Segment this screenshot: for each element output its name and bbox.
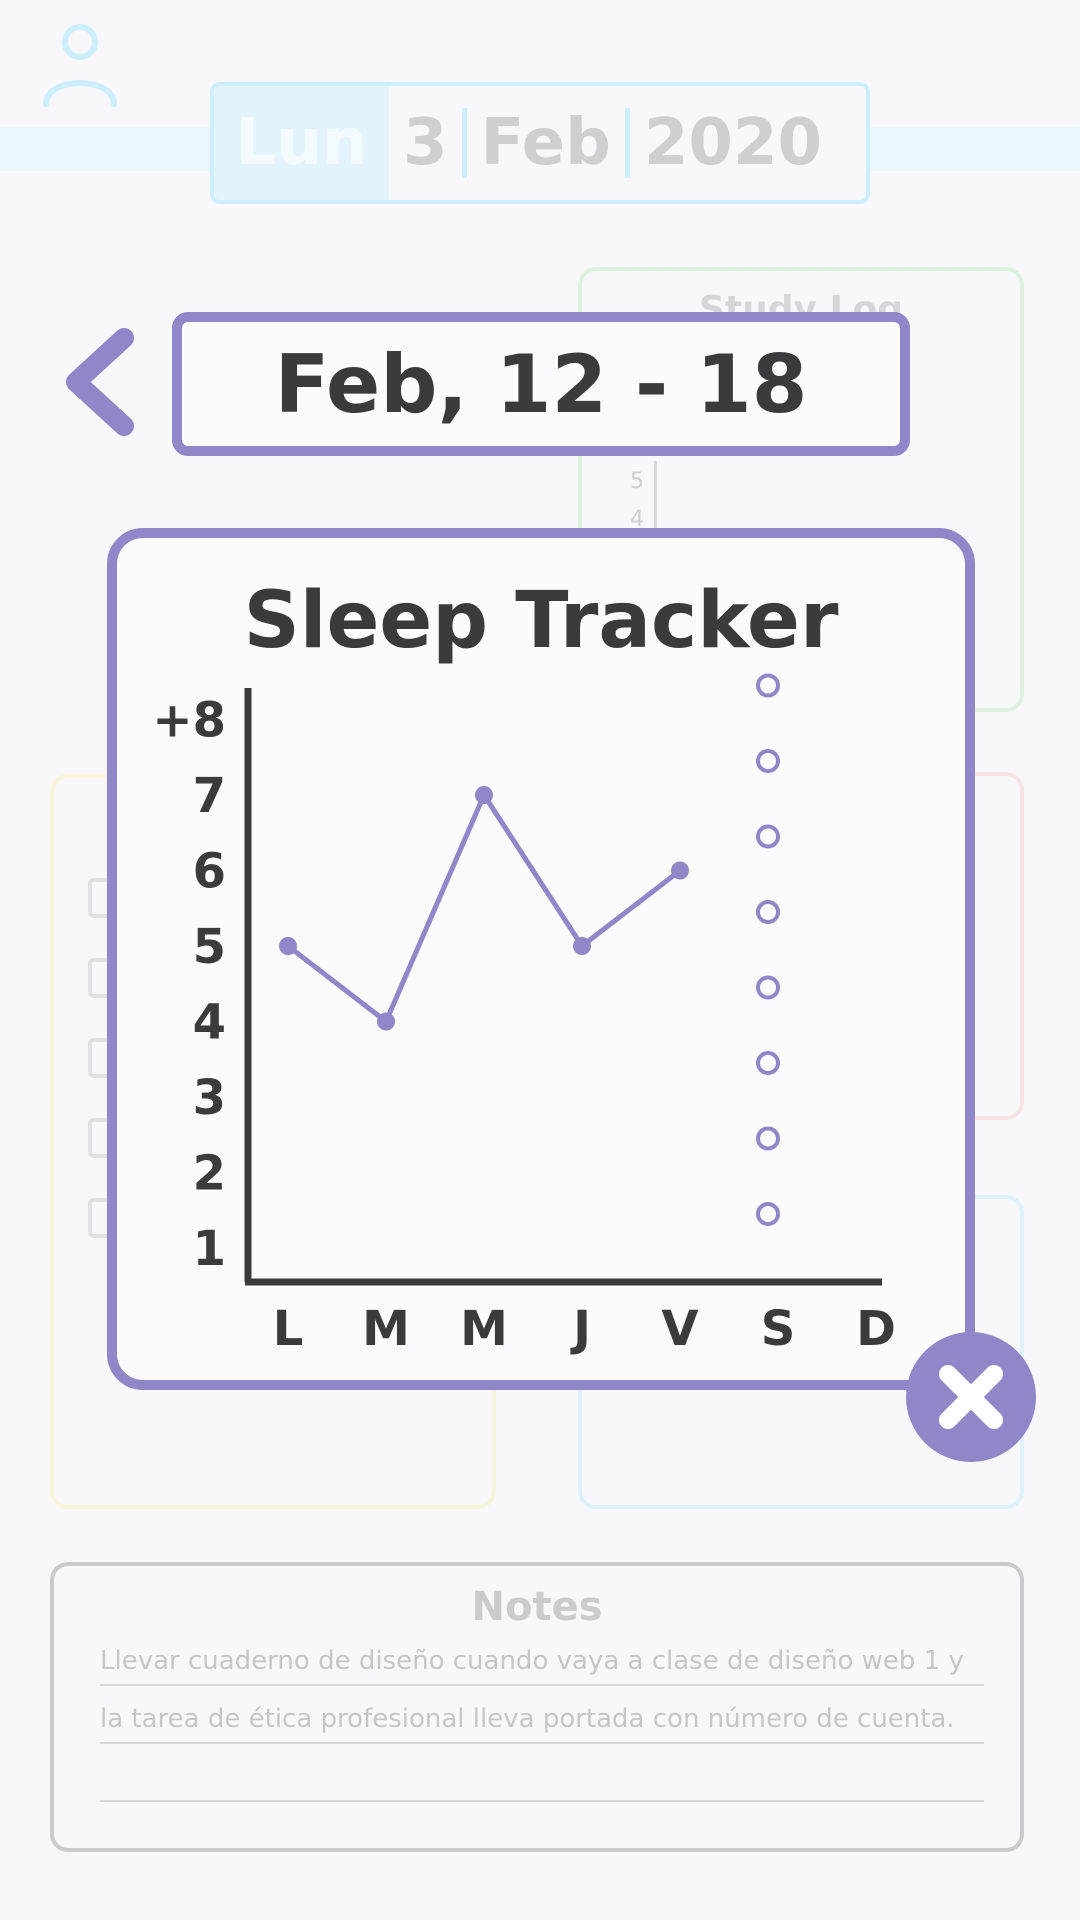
sleep-chart: +8 7 6 5 4 3 2 1L M M J V S D <box>152 673 896 1357</box>
x-tick-label: D <box>856 1301 896 1357</box>
y-tick-label: 1 <box>193 1221 226 1277</box>
option-dot <box>756 673 780 698</box>
option-dot <box>756 1202 780 1226</box>
close-icon <box>939 1365 1003 1429</box>
x-tick-label: M <box>460 1301 508 1357</box>
option-dot <box>756 900 780 924</box>
close-button[interactable] <box>906 1332 1036 1462</box>
series-line <box>286 792 682 1024</box>
data-point <box>475 786 493 804</box>
y-tick-label: +8 <box>152 693 226 749</box>
option-dot <box>756 1051 780 1075</box>
x-tick-label: V <box>661 1301 698 1357</box>
data-point <box>279 937 297 955</box>
x-tick-label: S <box>761 1301 796 1357</box>
y-tick-label: 2 <box>193 1146 226 1202</box>
option-dot <box>756 975 780 1000</box>
x-tick-label: L <box>273 1301 304 1357</box>
y-tick-label: 7 <box>193 768 226 824</box>
x-tick-label: J <box>570 1301 591 1357</box>
y-tick-label: 5 <box>193 919 226 975</box>
y-tick-label: 6 <box>193 844 226 900</box>
y-tick-label: 3 <box>193 1070 226 1126</box>
data-point <box>377 1012 395 1031</box>
option-dot <box>756 749 780 773</box>
x-tick-label: M <box>362 1301 410 1357</box>
y-tick-label: 4 <box>193 995 226 1051</box>
option-dot <box>756 824 780 849</box>
data-point <box>671 861 689 880</box>
data-point <box>573 937 591 955</box>
option-dot <box>756 1126 780 1151</box>
